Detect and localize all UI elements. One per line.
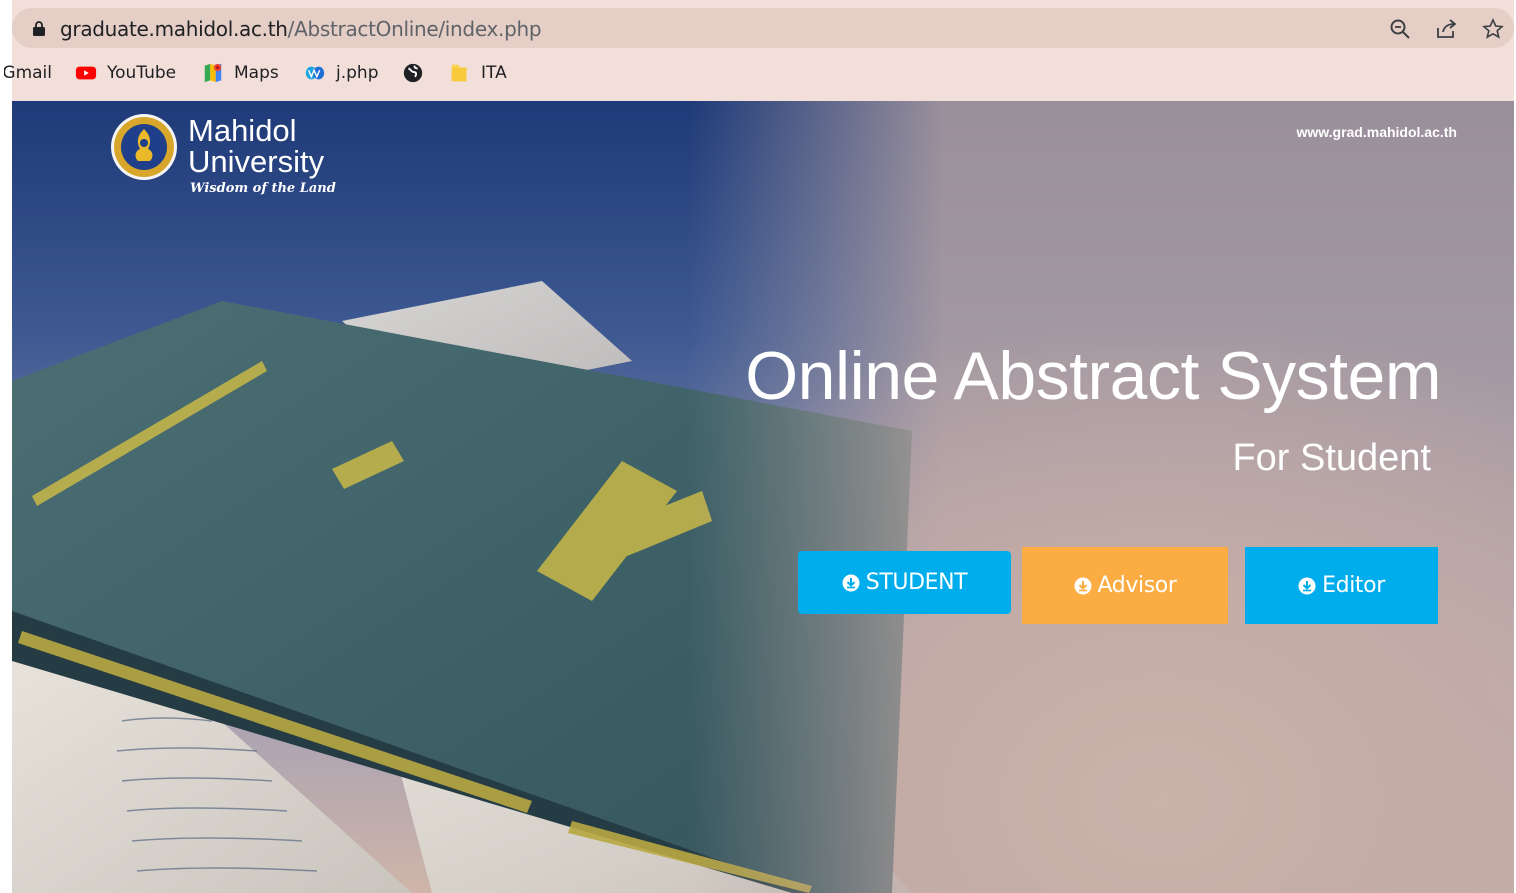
share-icon[interactable] [1435,18,1457,40]
bookmark-label: YouTube [107,63,177,83]
student-button-label: STUDENT [865,570,968,595]
editor-button-label: Editor [1322,573,1385,598]
download-circle-icon [842,574,860,591]
bookmark-youtube[interactable]: YouTube [75,56,176,90]
editor-button[interactable]: Editor [1245,547,1438,624]
globe-icon [403,63,423,83]
bookmark-maps[interactable]: Maps [202,56,279,90]
site-link[interactable]: www.grad.mahidol.ac.th [1296,124,1457,140]
university-seal-icon [111,114,177,180]
logo-tagline: Wisdom of the Land [190,181,336,196]
url-path: /AbstractOnline/index.php [287,17,542,41]
thesis-book-background-image [12,101,1514,893]
bookmark-globe[interactable] [402,56,424,90]
address-bar[interactable]: graduate.mahidol.ac.th/AbstractOnline/in… [12,8,1514,48]
advisor-button[interactable]: Advisor [1022,547,1228,624]
webex-icon [305,66,325,80]
logo-wordmark-line1: Mahidol [188,113,297,148]
browser-chrome: graduate.mahidol.ac.th/AbstractOnline/in… [4,0,1514,101]
page-subtitle: For Student [1232,437,1431,479]
maps-icon [204,63,222,83]
student-button[interactable]: STUDENT [798,551,1011,614]
bookmark-webex[interactable]: j.php [304,56,378,90]
mahidol-logo[interactable]: Mahidol University Wisdom of the Land [110,113,350,203]
address-url[interactable]: graduate.mahidol.ac.th/AbstractOnline/in… [60,17,542,41]
logo-wordmark-line2: University [188,144,325,179]
page-title: Online Abstract System [745,338,1441,414]
bookmark-ita[interactable]: ITA [449,56,507,90]
bookmark-label: j.php [336,63,379,83]
youtube-icon [75,66,97,80]
download-circle-icon [1298,577,1316,594]
bookmark-gmail[interactable]: Gmail [4,56,52,90]
bookmark-label: Gmail [4,63,52,83]
star-icon[interactable] [1482,18,1504,40]
bookmarks-bar: Gmail YouTube Maps j.php ITA [4,56,1514,90]
url-host: graduate.mahidol.ac.th [60,17,288,41]
bookmark-label: ITA [481,63,507,83]
bookmark-label: Maps [234,63,279,83]
advisor-button-label: Advisor [1097,573,1177,598]
lock-icon[interactable] [32,20,46,36]
download-circle-icon [1074,577,1092,594]
hero-page: Mahidol University Wisdom of the Land ww… [12,101,1514,893]
folder-icon [451,64,467,82]
zoom-icon[interactable] [1389,18,1411,40]
